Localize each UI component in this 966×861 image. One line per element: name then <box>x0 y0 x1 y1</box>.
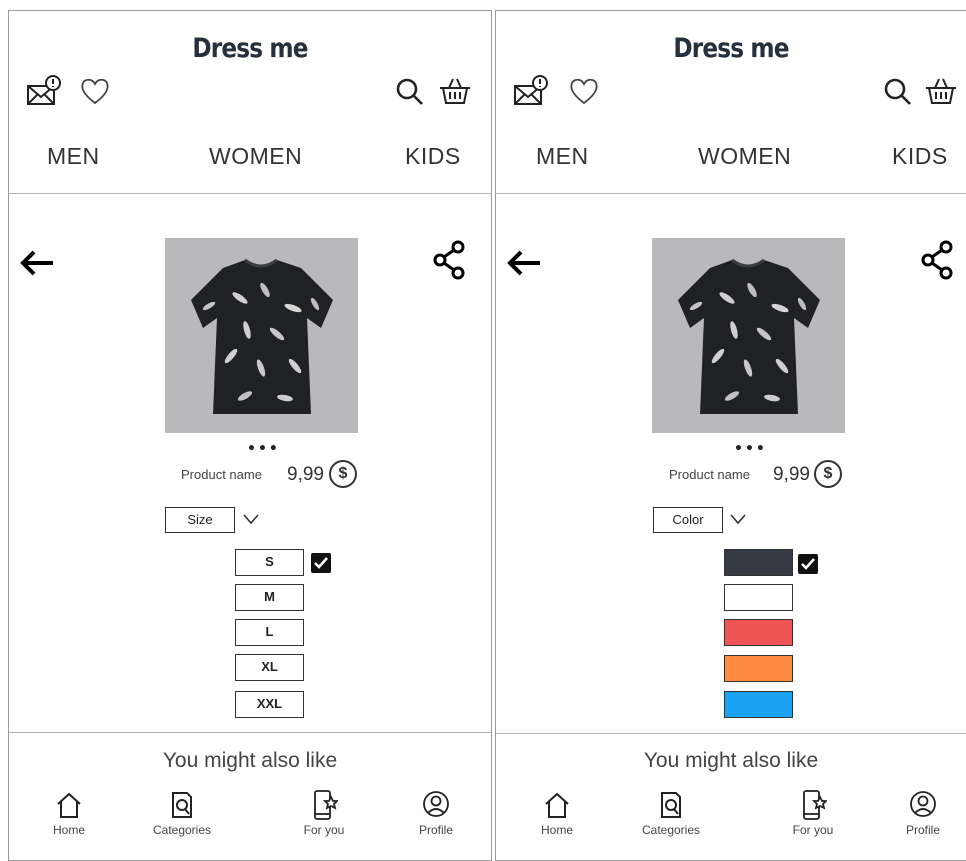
tab-categories[interactable]: Categories <box>137 789 227 837</box>
search-icon[interactable] <box>390 71 430 111</box>
heart-icon[interactable] <box>564 71 604 111</box>
product-screen-color: Dress me MEN WOMEN KIDS ••• Product name… <box>495 10 966 861</box>
tab-for-you[interactable]: For you <box>279 789 369 837</box>
profile-icon <box>910 791 936 817</box>
carousel-dots[interactable]: ••• <box>734 441 767 457</box>
nav-women[interactable]: WOMEN <box>698 143 791 170</box>
nav-men[interactable]: MEN <box>536 143 589 170</box>
product-screen-size: Dress me MEN WOMEN KIDS ••• Product name… <box>8 10 492 861</box>
categories-icon <box>661 792 681 818</box>
tab-for-you[interactable]: For you <box>768 789 858 837</box>
tab-categories[interactable]: Categories <box>626 789 716 837</box>
tab-profile[interactable]: Profile <box>878 789 966 837</box>
section-divider <box>9 732 491 733</box>
product-image[interactable] <box>165 238 358 433</box>
basket-icon[interactable] <box>921 71 961 111</box>
home-icon <box>57 792 81 818</box>
tab-home[interactable]: Home <box>24 789 114 837</box>
tab-home-label: Home <box>52 823 85 837</box>
tab-categories-label: Categories <box>641 823 701 837</box>
color-swatch-dark[interactable] <box>724 549 793 576</box>
color-swatch-orange[interactable] <box>724 655 793 682</box>
app-title: Dress me <box>192 33 308 64</box>
phone-star-icon <box>803 790 827 820</box>
back-arrow-icon[interactable] <box>504 245 544 281</box>
nav-divider <box>9 193 491 194</box>
section-divider <box>496 733 966 734</box>
tab-for-you-label: For you <box>792 823 834 837</box>
size-option-xxl[interactable]: XXL <box>235 691 304 718</box>
color-select[interactable]: Color <box>653 507 723 533</box>
chevron-down-icon[interactable] <box>728 511 748 527</box>
tab-profile-label: Profile <box>418 823 453 837</box>
tab-home[interactable]: Home <box>512 789 602 837</box>
product-image[interactable] <box>652 238 845 433</box>
app-title: Dress me <box>673 33 789 64</box>
basket-icon[interactable] <box>435 71 475 111</box>
categories-icon <box>172 792 192 818</box>
size-option-l[interactable]: L <box>235 619 304 646</box>
nav-kids[interactable]: KIDS <box>405 143 461 170</box>
tab-profile[interactable]: Profile <box>391 789 481 837</box>
color-swatch-white[interactable] <box>724 584 793 611</box>
carousel-dots[interactable]: ••• <box>247 441 280 457</box>
back-arrow-icon[interactable] <box>17 245 57 281</box>
chevron-down-icon[interactable] <box>241 511 261 527</box>
nav-women[interactable]: WOMEN <box>209 143 302 170</box>
mail-alert-icon[interactable] <box>25 71 65 111</box>
category-nav: MEN WOMEN KIDS <box>496 143 966 193</box>
dollar-coin-icon: $ <box>329 460 357 488</box>
checkbox-checked-icon[interactable] <box>311 553 331 573</box>
home-icon <box>545 792 569 818</box>
mail-alert-icon[interactable] <box>512 71 552 111</box>
color-swatch-blue[interactable] <box>724 691 793 718</box>
profile-icon <box>423 791 449 817</box>
color-swatch-red[interactable] <box>724 619 793 646</box>
nav-kids[interactable]: KIDS <box>892 143 948 170</box>
product-price: 9,99 <box>773 464 810 485</box>
tab-profile-label: Profile <box>905 823 940 837</box>
share-icon[interactable] <box>919 239 955 281</box>
heart-icon[interactable] <box>75 71 115 111</box>
product-name: Product name <box>669 467 750 482</box>
product-name: Product name <box>181 467 262 482</box>
tab-home-label: Home <box>540 823 573 837</box>
size-option-xl[interactable]: XL <box>235 654 304 681</box>
size-option-s[interactable]: S <box>235 549 304 576</box>
product-price: 9,99 <box>287 464 324 485</box>
phone-star-icon <box>314 790 338 820</box>
checkbox-checked-icon[interactable] <box>798 554 818 574</box>
recommendations-heading: You might also like <box>162 749 338 772</box>
recommendations-heading: You might also like <box>643 749 819 772</box>
size-select[interactable]: Size <box>165 507 235 533</box>
dollar-coin-icon: $ <box>814 460 842 488</box>
nav-men[interactable]: MEN <box>47 143 100 170</box>
tab-for-you-label: For you <box>303 823 345 837</box>
search-icon[interactable] <box>878 71 918 111</box>
share-icon[interactable] <box>431 239 467 281</box>
nav-divider <box>496 193 966 194</box>
category-nav: MEN WOMEN KIDS <box>9 143 491 193</box>
tab-categories-label: Categories <box>152 823 212 837</box>
size-option-m[interactable]: M <box>235 584 304 611</box>
